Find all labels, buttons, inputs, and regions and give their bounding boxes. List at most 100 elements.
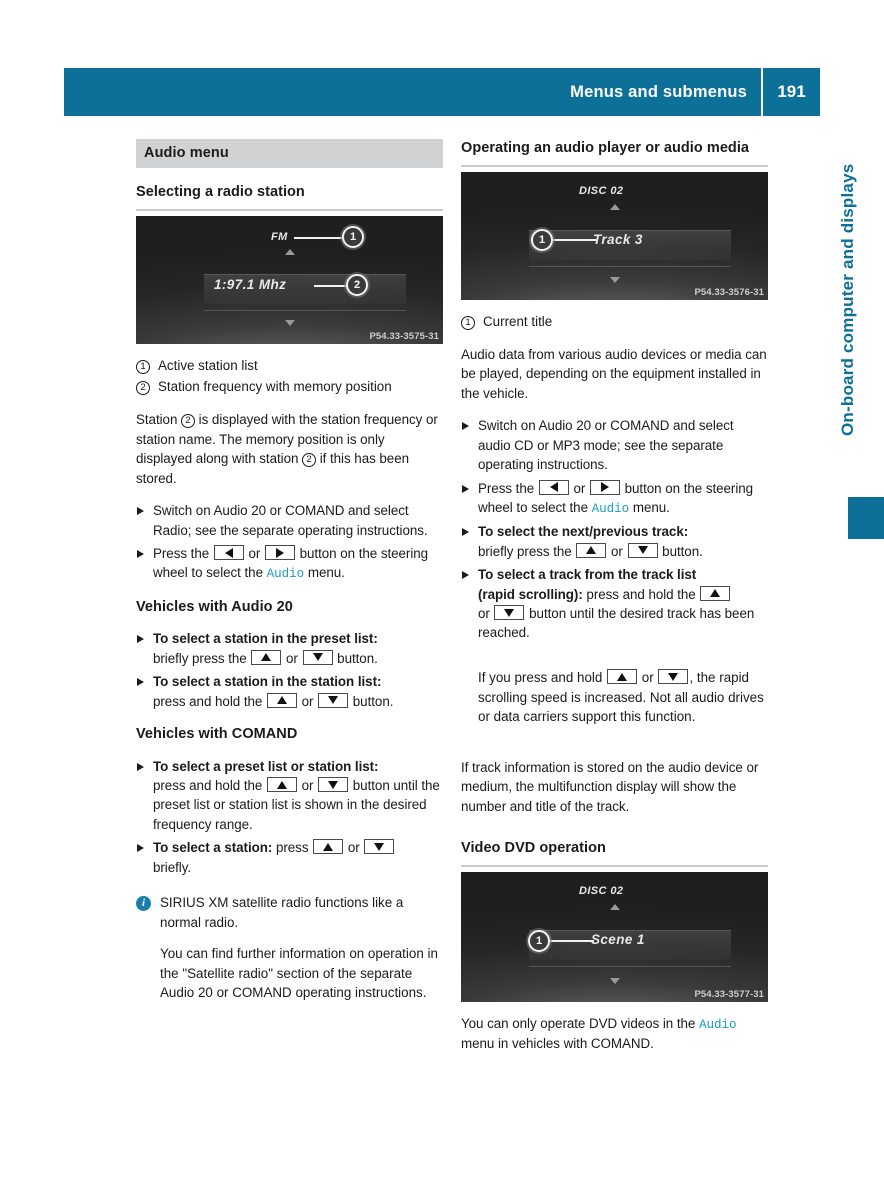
- note-sirius-xm: i SIRIUS XM satellite radio functions li…: [136, 893, 443, 1002]
- figure-callout-1: 1: [342, 225, 364, 248]
- chapter-tab-marker: [848, 497, 884, 539]
- list-item: To select the next/previous track: brief…: [461, 522, 768, 561]
- down-arrow-button-icon: [494, 605, 525, 621]
- left-arrow-button-icon: [538, 479, 569, 495]
- list-item: To select a station: press or briefly.: [136, 838, 443, 877]
- heading-selecting-a-radio-station: Selecting a radio station: [136, 183, 443, 211]
- inline-circled-number: 2: [181, 414, 196, 429]
- chapter-side-tab: On-board computer and displays: [838, 130, 884, 550]
- list-item: Switch on Audio 20 or COMAND and select …: [461, 416, 768, 474]
- instruction-list-audio20: To select a station in the preset list: …: [136, 629, 443, 711]
- menu-name-audio: Audio: [699, 1017, 737, 1032]
- figure-line: [203, 309, 407, 311]
- figure-code: P54.33-3575-31: [369, 330, 439, 342]
- paragraph-track-information: If track information is stored on the au…: [461, 760, 759, 814]
- up-arrow-button-icon: [313, 839, 344, 855]
- up-arrow-button-icon: [266, 777, 297, 793]
- figure-down-arrow-icon: [609, 977, 620, 984]
- down-arrow-button-icon: [364, 839, 395, 855]
- up-arrow-button-icon: [700, 585, 731, 601]
- list-item: To select a station in the station list:…: [136, 672, 443, 711]
- down-arrow-button-icon: [658, 669, 689, 685]
- figure-up-arrow-icon: [609, 903, 620, 910]
- list-item: To select a track from the track list (r…: [461, 565, 768, 643]
- figure-code: P54.33-3576-31: [694, 286, 764, 298]
- menu-name-audio: Audio: [591, 502, 630, 517]
- list-item: Press the or button on the steering whee…: [136, 544, 443, 584]
- heading-vehicles-with-audio-20: Vehicles with Audio 20: [136, 598, 293, 615]
- list-item: To select a preset list or station list:…: [136, 757, 443, 835]
- figure-down-arrow-icon: [284, 319, 295, 326]
- right-arrow-button-icon: [589, 479, 620, 495]
- figure-main-label: Track 3: [593, 231, 643, 247]
- figure-main-label: Scene 1: [591, 931, 645, 947]
- legend-marker: 1: [461, 312, 475, 331]
- figure-up-arrow-icon: [609, 203, 620, 210]
- figure-leader-line: [314, 284, 350, 287]
- list-item: Press the or button on the steering whee…: [461, 479, 768, 519]
- inline-circled-number: 2: [302, 453, 317, 468]
- up-arrow-button-icon: [251, 649, 282, 665]
- figure-code: P54.33-3577-31: [694, 988, 764, 1000]
- section-band-audio-menu: Audio menu: [136, 139, 443, 168]
- info-icon: i: [136, 896, 151, 912]
- down-arrow-button-icon: [627, 542, 658, 558]
- figure-radio-display: FM 1:97.1 Mhz 1 2 P54.33-3575-31: [136, 215, 443, 344]
- note-paragraph: SIRIUS XM satellite radio functions like…: [160, 895, 404, 930]
- left-column: Audio menu Selecting a radio station FM …: [136, 139, 443, 1054]
- figure-top-label: DISC 02: [579, 884, 624, 897]
- down-arrow-button-icon: [302, 649, 333, 665]
- list-item: Switch on Audio 20 or COMAND and select …: [136, 501, 443, 540]
- chapter-side-tab-label: On-board computer and displays: [838, 163, 857, 437]
- figure-callout-1: 1: [531, 228, 553, 251]
- figure-dvd-display: DISC 02 Scene 1 1 P54.33-3577-31: [461, 871, 768, 1002]
- up-arrow-button-icon: [266, 692, 297, 708]
- legend-item: 1 Active station list: [136, 356, 443, 375]
- right-column: Operating an audio player or audio media…: [461, 139, 768, 1054]
- figure-callout-2: 2: [346, 273, 368, 296]
- figure-leader-line: [294, 236, 346, 239]
- figure-line: [528, 965, 732, 967]
- page-header-bar: Menus and submenus 191: [64, 68, 820, 116]
- figure-top-label: FM: [271, 230, 288, 243]
- legend-item: 1 Current title: [461, 312, 768, 331]
- figure-callout-1: 1: [528, 929, 550, 952]
- figure-main-label: 1:97.1 Mhz: [214, 276, 287, 292]
- figure-leader-line: [551, 238, 596, 241]
- legend-marker: 2: [136, 377, 150, 396]
- heading-vehicles-with-comand: Vehicles with COMAND: [136, 726, 298, 743]
- down-arrow-button-icon: [318, 692, 349, 708]
- menu-name-audio: Audio: [266, 567, 305, 582]
- figure-top-label: DISC 02: [579, 184, 624, 197]
- legend-marker: 1: [136, 356, 150, 375]
- up-arrow-button-icon: [607, 669, 638, 685]
- legend-text: Active station list: [158, 357, 258, 373]
- legend-text: Current title: [483, 313, 553, 329]
- heading-operating-audio-player: Operating an audio player or audio media: [461, 139, 768, 167]
- right-arrow-button-icon: [264, 545, 295, 561]
- page-body: Audio menu Selecting a radio station FM …: [136, 139, 768, 1054]
- paragraph-audio-data: Audio data from various audio devices or…: [461, 346, 767, 401]
- paragraph-dvd-closing: You can only operate DVD videos in the A…: [461, 1015, 737, 1052]
- figure-up-arrow-icon: [284, 248, 295, 255]
- instruction-list-comand: To select a preset list or station list:…: [136, 757, 443, 878]
- page-title: Menus and submenus: [570, 82, 747, 101]
- figure-down-arrow-icon: [609, 276, 620, 283]
- page-number: 191: [777, 82, 806, 101]
- instruction-list-radio: Switch on Audio 20 or COMAND and select …: [136, 501, 443, 584]
- left-arrow-button-icon: [213, 545, 244, 561]
- figure-line: [528, 265, 732, 267]
- note-body: SIRIUS XM satellite radio functions like…: [160, 893, 443, 1002]
- heading-video-dvd-operation: Video DVD operation: [461, 839, 768, 867]
- figure-leader-line: [549, 939, 594, 942]
- paragraph-rapid-scrolling: If you press and hold or , the rapid scr…: [478, 669, 764, 725]
- figure-audio-display: DISC 02 Track 3 1 P54.33-3576-31: [461, 171, 768, 300]
- instruction-list-audio-media: Switch on Audio 20 or COMAND and select …: [461, 416, 768, 643]
- up-arrow-button-icon: [576, 542, 607, 558]
- down-arrow-button-icon: [318, 777, 349, 793]
- paragraph-station-description: Station 2 is displayed with the station …: [136, 412, 438, 486]
- note-paragraph: You can find further information on oper…: [160, 946, 438, 1000]
- list-item: To select a station in the preset list: …: [136, 629, 443, 668]
- legend-text: Station frequency with memory position: [158, 378, 392, 394]
- legend-item: 2 Station frequency with memory position: [136, 377, 443, 396]
